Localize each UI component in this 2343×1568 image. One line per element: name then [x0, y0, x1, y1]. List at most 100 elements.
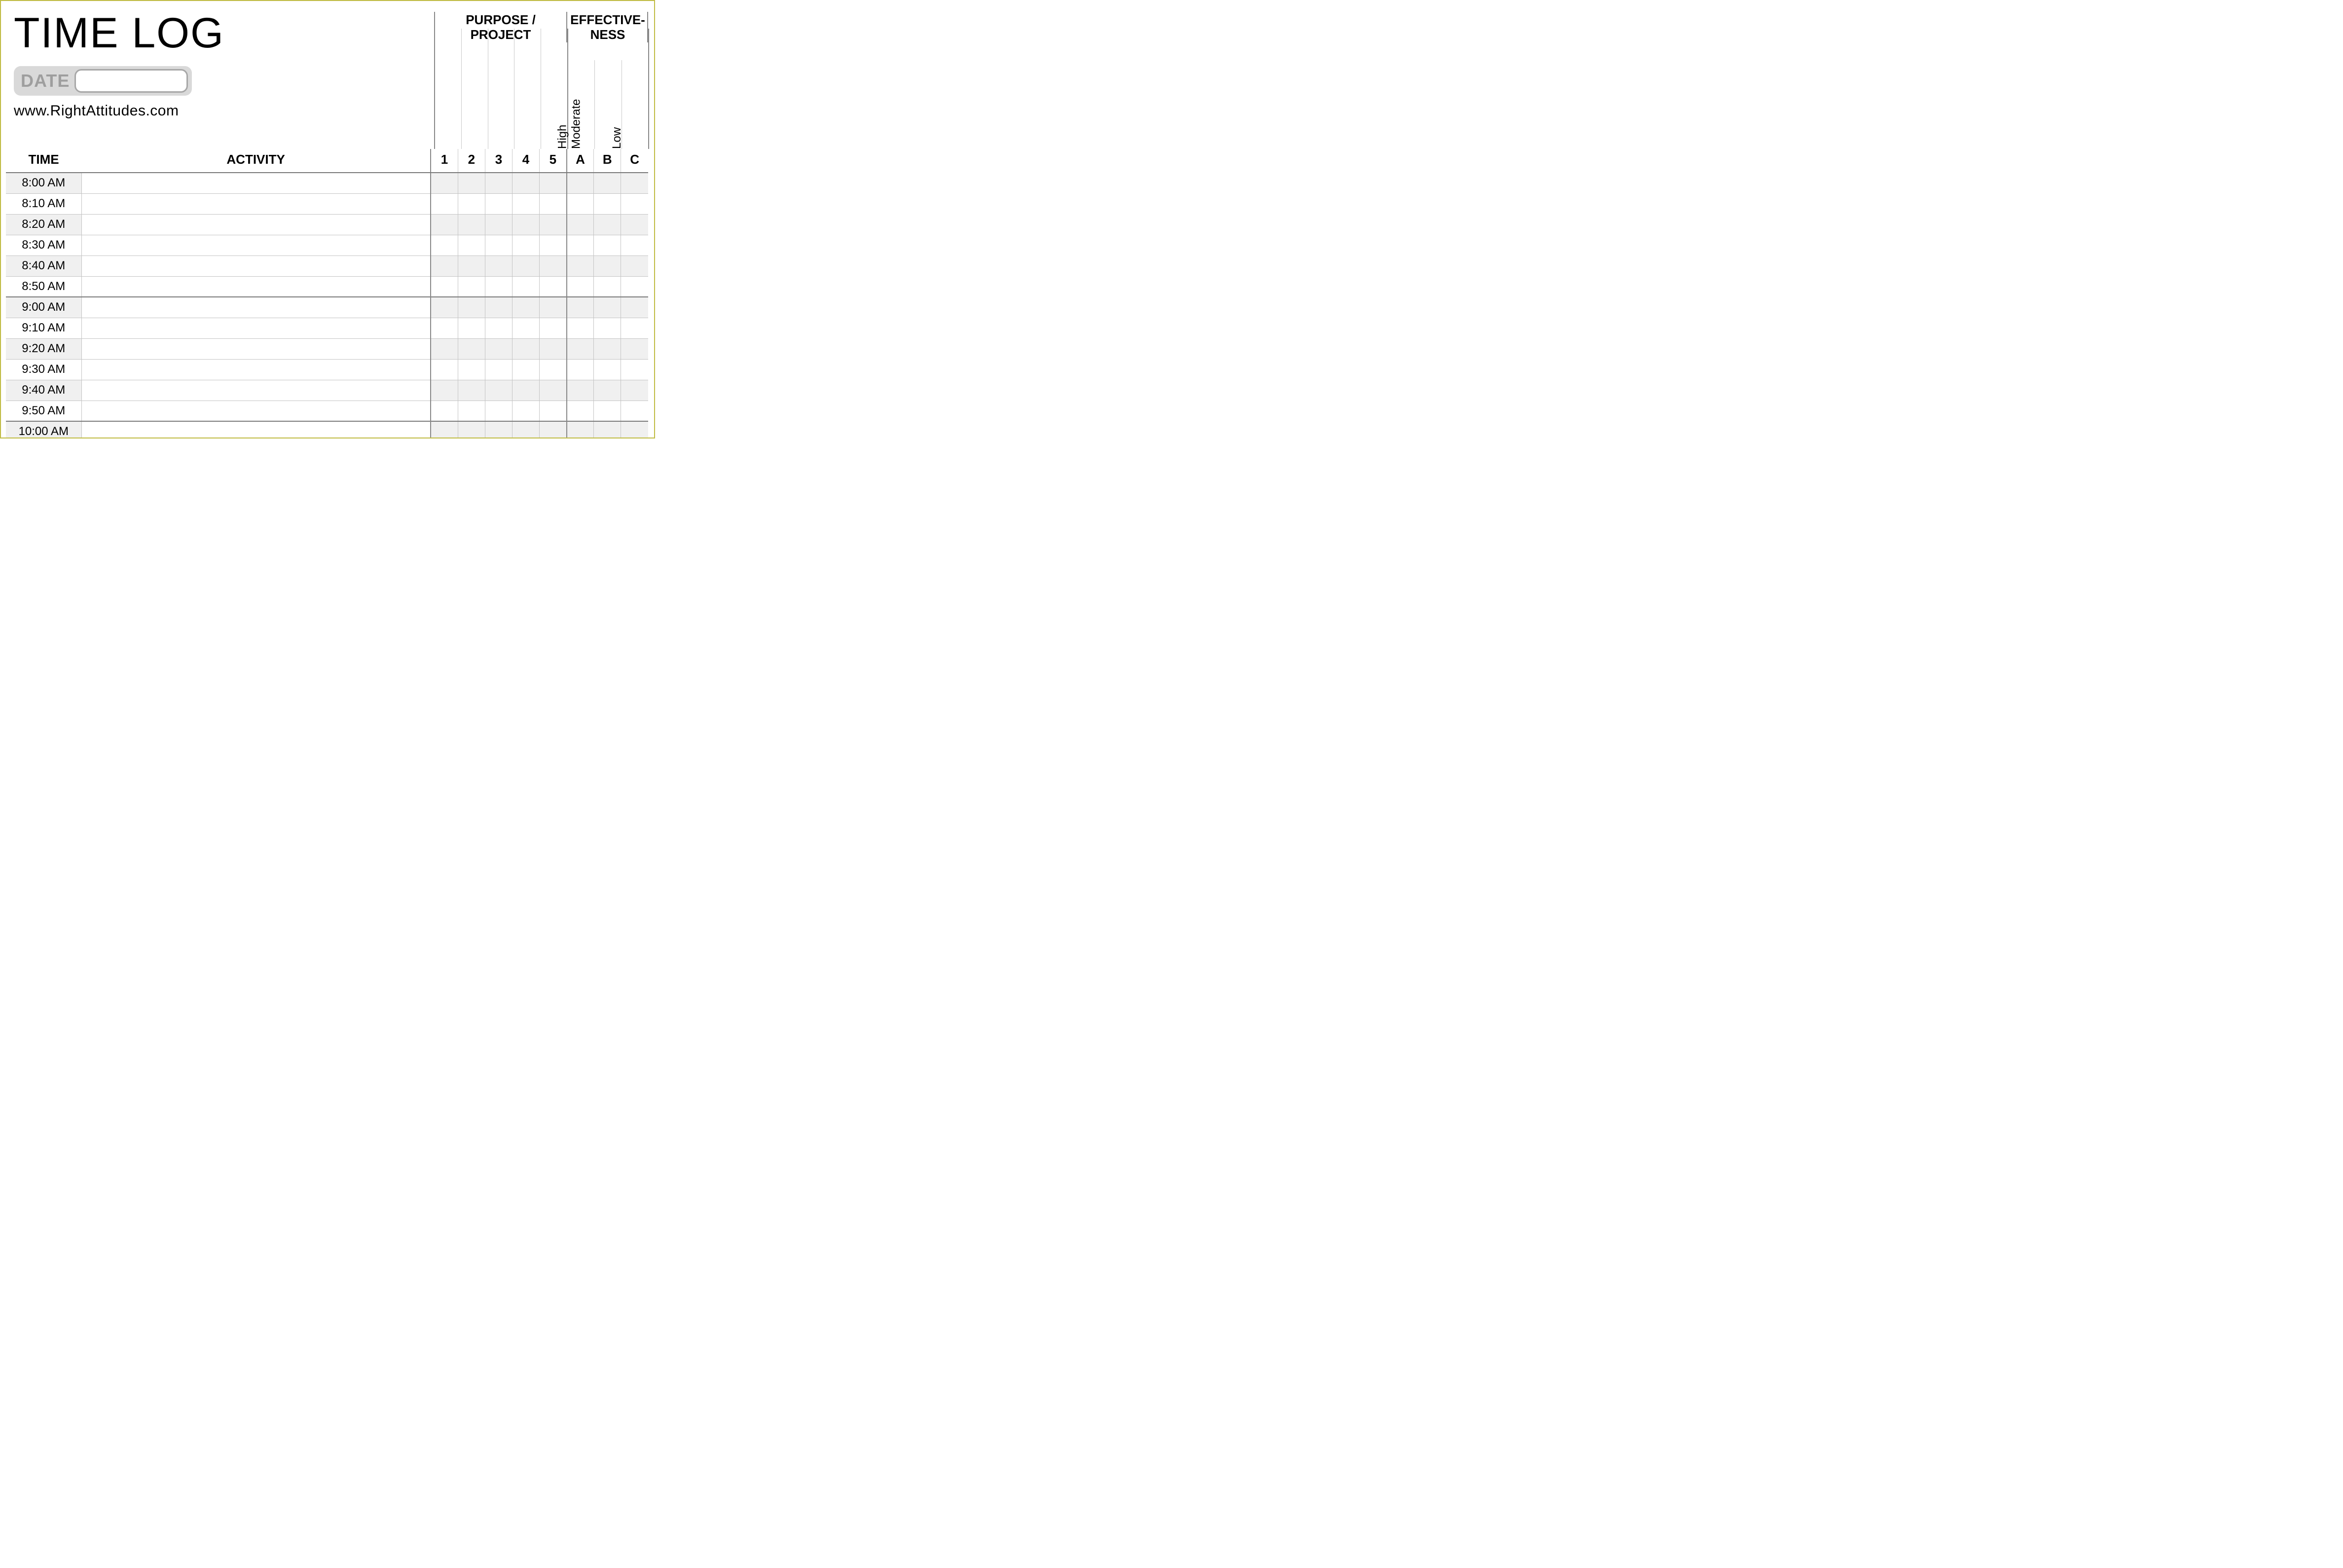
purpose-cell[interactable]	[485, 173, 512, 193]
effectiveness-cell[interactable]	[567, 401, 594, 421]
purpose-cell[interactable]	[512, 235, 539, 255]
purpose-cell[interactable]	[540, 255, 567, 276]
activity-cell[interactable]	[81, 359, 431, 380]
purpose-cell[interactable]	[458, 338, 485, 359]
effectiveness-cell[interactable]	[621, 359, 648, 380]
purpose-cell[interactable]	[512, 193, 539, 214]
purpose-cell[interactable]	[458, 318, 485, 338]
effectiveness-cell[interactable]	[594, 338, 621, 359]
effectiveness-cell[interactable]	[594, 235, 621, 255]
purpose-cell[interactable]	[540, 297, 567, 318]
effectiveness-cell[interactable]	[621, 214, 648, 235]
effectiveness-cell[interactable]	[621, 276, 648, 297]
effectiveness-cell[interactable]	[594, 401, 621, 421]
purpose-cell[interactable]	[485, 421, 512, 438]
date-input[interactable]	[74, 69, 188, 93]
purpose-cell[interactable]	[540, 193, 567, 214]
effectiveness-cell[interactable]	[621, 401, 648, 421]
purpose-cell[interactable]	[431, 359, 458, 380]
purpose-cell[interactable]	[512, 338, 539, 359]
purpose-cell[interactable]	[512, 173, 539, 193]
purpose-cell[interactable]	[485, 380, 512, 401]
purpose-cell[interactable]	[512, 297, 539, 318]
activity-cell[interactable]	[81, 276, 431, 297]
effectiveness-cell[interactable]	[594, 173, 621, 193]
activity-cell[interactable]	[81, 318, 431, 338]
effectiveness-cell[interactable]	[567, 255, 594, 276]
purpose-cell[interactable]	[540, 214, 567, 235]
purpose-cell[interactable]	[431, 401, 458, 421]
purpose-cell[interactable]	[458, 421, 485, 438]
purpose-cell[interactable]	[458, 297, 485, 318]
purpose-cell[interactable]	[540, 338, 567, 359]
effectiveness-cell[interactable]	[567, 235, 594, 255]
activity-cell[interactable]	[81, 173, 431, 193]
purpose-cell[interactable]	[485, 401, 512, 421]
activity-cell[interactable]	[81, 380, 431, 401]
purpose-cell[interactable]	[485, 318, 512, 338]
purpose-cell[interactable]	[512, 255, 539, 276]
effectiveness-cell[interactable]	[594, 193, 621, 214]
purpose-cell[interactable]	[485, 193, 512, 214]
activity-cell[interactable]	[81, 214, 431, 235]
effectiveness-cell[interactable]	[621, 235, 648, 255]
effectiveness-cell[interactable]	[594, 318, 621, 338]
effectiveness-cell[interactable]	[594, 214, 621, 235]
purpose-cell[interactable]	[431, 338, 458, 359]
effectiveness-cell[interactable]	[594, 380, 621, 401]
effectiveness-cell[interactable]	[567, 359, 594, 380]
effectiveness-cell[interactable]	[567, 338, 594, 359]
effectiveness-cell[interactable]	[621, 193, 648, 214]
purpose-cell[interactable]	[458, 401, 485, 421]
purpose-cell[interactable]	[458, 380, 485, 401]
purpose-cell[interactable]	[431, 255, 458, 276]
purpose-cell[interactable]	[485, 297, 512, 318]
effectiveness-cell[interactable]	[567, 173, 594, 193]
effectiveness-cell[interactable]	[594, 276, 621, 297]
purpose-cell[interactable]	[540, 401, 567, 421]
purpose-cell[interactable]	[431, 297, 458, 318]
purpose-cell[interactable]	[512, 276, 539, 297]
effectiveness-cell[interactable]	[594, 359, 621, 380]
purpose-cell[interactable]	[512, 380, 539, 401]
purpose-cell[interactable]	[540, 421, 567, 438]
purpose-cell[interactable]	[540, 380, 567, 401]
effectiveness-cell[interactable]	[567, 214, 594, 235]
purpose-cell[interactable]	[431, 193, 458, 214]
purpose-cell[interactable]	[485, 338, 512, 359]
effectiveness-cell[interactable]	[567, 421, 594, 438]
purpose-cell[interactable]	[485, 359, 512, 380]
effectiveness-cell[interactable]	[594, 255, 621, 276]
activity-cell[interactable]	[81, 401, 431, 421]
effectiveness-cell[interactable]	[621, 421, 648, 438]
effectiveness-cell[interactable]	[621, 318, 648, 338]
purpose-cell[interactable]	[431, 318, 458, 338]
activity-cell[interactable]	[81, 297, 431, 318]
activity-cell[interactable]	[81, 235, 431, 255]
purpose-cell[interactable]	[485, 255, 512, 276]
purpose-cell[interactable]	[512, 421, 539, 438]
effectiveness-cell[interactable]	[621, 338, 648, 359]
purpose-cell[interactable]	[431, 276, 458, 297]
effectiveness-cell[interactable]	[567, 276, 594, 297]
purpose-cell[interactable]	[485, 276, 512, 297]
purpose-cell[interactable]	[458, 255, 485, 276]
purpose-cell[interactable]	[540, 359, 567, 380]
activity-cell[interactable]	[81, 193, 431, 214]
purpose-cell[interactable]	[540, 235, 567, 255]
purpose-cell[interactable]	[431, 235, 458, 255]
effectiveness-cell[interactable]	[567, 318, 594, 338]
effectiveness-cell[interactable]	[594, 297, 621, 318]
purpose-cell[interactable]	[431, 173, 458, 193]
effectiveness-cell[interactable]	[621, 380, 648, 401]
purpose-cell[interactable]	[458, 276, 485, 297]
activity-cell[interactable]	[81, 421, 431, 438]
purpose-cell[interactable]	[512, 359, 539, 380]
effectiveness-cell[interactable]	[621, 173, 648, 193]
activity-cell[interactable]	[81, 338, 431, 359]
purpose-cell[interactable]	[540, 173, 567, 193]
purpose-cell[interactable]	[485, 214, 512, 235]
purpose-cell[interactable]	[512, 401, 539, 421]
purpose-cell[interactable]	[512, 214, 539, 235]
purpose-cell[interactable]	[458, 173, 485, 193]
